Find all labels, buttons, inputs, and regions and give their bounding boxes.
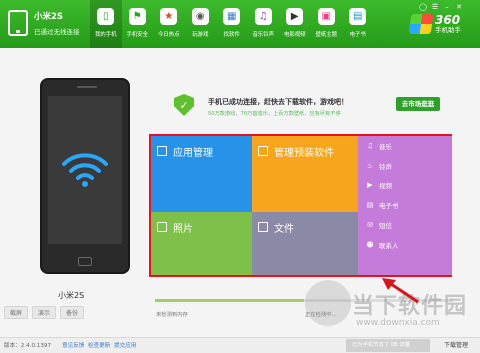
main-nav: ▯ 我的手机 ⚑ 手机安全 ★ 今日热点 ◉ 玩游戏 ▦ 找软件 ♫ 音乐铃声 [90,0,374,48]
go-market-button[interactable]: 去市场逛逛 [396,97,440,111]
check-update-link[interactable]: 检查更新 [88,341,110,349]
wallpaper-icon: ▣ [317,8,335,25]
feedback-link[interactable]: 意见反馈 [62,341,84,349]
nav-label: 今日热点 [157,32,180,38]
file-icon [258,222,268,232]
close-icon[interactable]: ✕ [454,3,464,11]
tile-preinstalled-software[interactable]: 管理预装软件 [252,136,358,212]
apps-icon: ▦ [223,8,241,25]
gamepad-icon: ◉ [191,8,209,25]
banner-title: 手机已成功连接，赶快去下载软件，游戏吧！ [208,98,348,106]
backup-button[interactable]: 备份 [60,306,85,319]
tile-label: 管理预装软件 [274,148,334,159]
nav-my-phone[interactable]: ▯ 我的手机 [90,0,122,48]
device-status: 已通过无线连接 [34,28,80,36]
window-controls: ◯ ☰ – ✕ [418,3,464,11]
download-manager-button[interactable]: 下载管理 [434,339,478,352]
nav-video[interactable]: ▶ 电影视频 [279,0,311,48]
logo-title: 360 [435,13,461,27]
menu-item-ringtone[interactable]: ♨ 铃声 [358,156,452,176]
nav-games[interactable]: ◉ 玩游戏 [185,0,217,48]
minimize-icon[interactable]: – [442,3,452,11]
phone-model-label: 小米2S [58,291,85,300]
feature-grid: 应用管理 管理预装软件 照片 文件 ♫ 音乐 ♨ 铃声 ▶ 视频 ▤ 电子书 ✉ 短信 ☻… [149,134,452,277]
trash-icon [258,146,268,156]
app-window: 小米2S 已通过无线连接 ▯ 我的手机 ⚑ 手机安全 ★ 今日热点 ◉ 玩游戏 … [0,0,480,353]
phone-icon: ▯ [97,8,115,25]
wifi-icon [62,153,108,187]
image-icon [157,222,167,232]
menu-item-ebook[interactable]: ▤ 电子书 [358,195,452,215]
nav-label: 电影视频 [283,32,306,38]
nav-label: 找软件 [223,32,240,38]
video-icon: ▶ [286,8,304,25]
apps-icon [157,146,167,156]
watermark-logo [305,280,351,326]
phone-actions: 截屏 演示 备份 [4,306,85,319]
header-bar: 小米2S 已通过无线连接 ▯ 我的手机 ⚑ 手机安全 ★ 今日热点 ◉ 玩游戏 … [0,0,480,48]
book-icon: ▤ [366,201,374,210]
logo-mark [408,14,434,34]
menu-icon[interactable]: ☰ [430,3,440,11]
tile-label: 应用管理 [173,148,213,159]
device-name: 小米2S [34,12,64,22]
message-icon: ✉ [367,221,373,230]
tile-photos[interactable]: 照片 [151,212,252,275]
nav-label: 壁纸主题 [315,32,338,38]
progress-left-label: 未检测到内存 [156,312,188,318]
banner-subtitle: 50万款游戏，70万首音乐，上百万款壁纸，应有尽有不停 [208,111,341,117]
nav-wallpaper[interactable]: ▣ 壁纸主题 [311,0,343,48]
star-icon: ★ [160,8,178,25]
version-label: 版本：2.4.0.1397 [4,343,52,349]
device-icon [8,10,28,36]
nav-label: 音乐铃声 [252,32,275,38]
nav-label: 电子书 [349,32,366,38]
nav-software[interactable]: ▦ 找软件 [216,0,248,48]
media-menu: ♫ 音乐 ♨ 铃声 ▶ 视频 ▤ 电子书 ✉ 短信 ☻ 联系人 [358,136,452,275]
nav-hot-today[interactable]: ★ 今日热点 [153,0,185,48]
nav-ebook[interactable]: ▤ 电子书 [342,0,374,48]
shield-icon: ⚑ [128,8,146,25]
tile-files[interactable]: 文件 [252,212,358,275]
traffic-saved-status: 已为手机节省了 0B 流量 [346,339,430,352]
speaker-icon: ♨ [366,161,374,170]
menu-item-contacts[interactable]: ☻ 联系人 [358,235,452,255]
app-logo: 360 手机助手 [408,13,461,34]
submit-app-link[interactable]: 提交应用 [114,341,136,349]
contact-icon: ☻ [366,240,374,249]
watermark-url: www.downxia.com [356,318,440,328]
nav-label: 手机安全 [126,32,149,38]
nav-label: 玩游戏 [192,32,209,38]
nav-phone-security[interactable]: ⚑ 手机安全 [122,0,154,48]
menu-item-sms[interactable]: ✉ 短信 [358,215,452,235]
logo-subtitle: 手机助手 [435,26,461,34]
phone-illustration [40,78,130,274]
book-icon: ▤ [349,8,367,25]
demo-button[interactable]: 演示 [32,306,57,319]
tile-label: 照片 [173,224,193,235]
red-arrow-icon [382,278,419,304]
music-icon: ♫ [254,8,272,25]
skin-icon[interactable]: ◯ [418,3,428,11]
progress-fill [155,299,304,302]
nav-music[interactable]: ♫ 音乐铃声 [248,0,280,48]
menu-item-music[interactable]: ♫ 音乐 [358,136,452,156]
music-icon: ♫ [366,141,374,150]
tile-label: 文件 [274,224,294,235]
tile-app-management[interactable]: 应用管理 [151,136,252,212]
connected-shield-icon: ✓ [174,94,194,116]
video-icon: ▶ [367,181,373,190]
nav-label: 我的手机 [94,32,117,38]
menu-item-video[interactable]: ▶ 视频 [358,176,452,196]
status-bar: 版本：2.4.0.1397 意见反馈 检查更新 提交应用 已为手机节省了 0B … [0,337,480,353]
screenshot-button[interactable]: 截屏 [4,306,29,319]
